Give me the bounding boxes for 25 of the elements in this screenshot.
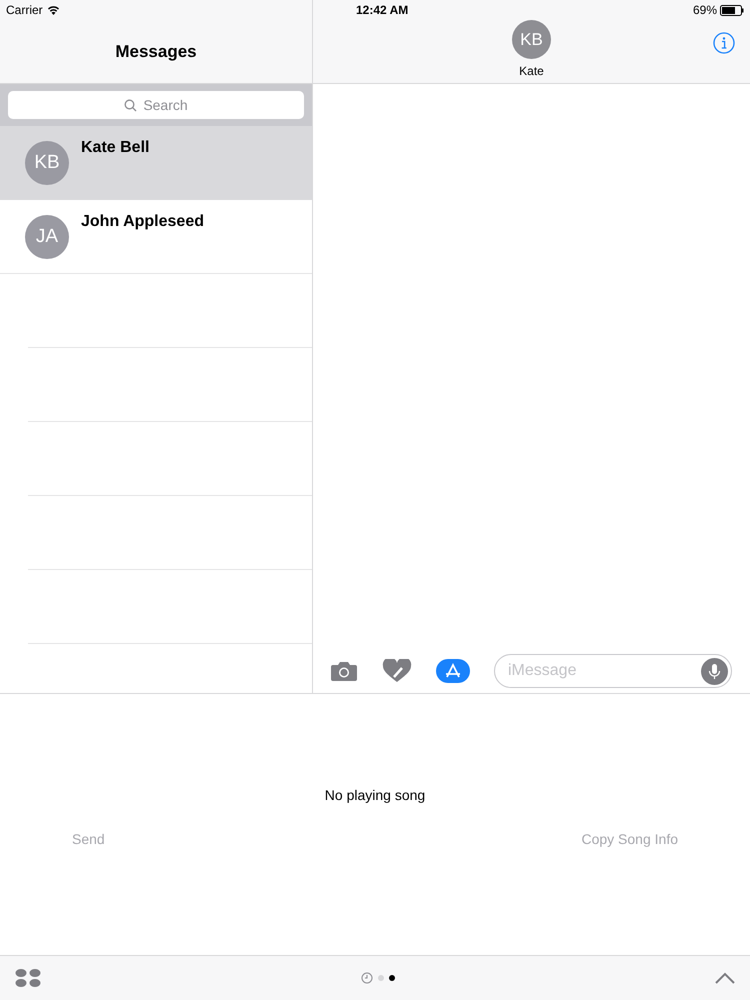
contact-name: Kate Bell: [81, 138, 150, 158]
messages-title: Messages: [115, 40, 197, 63]
message-field[interactable]: iMessage: [494, 654, 732, 688]
search-field[interactable]: Search: [8, 91, 304, 119]
info-icon[interactable]: [713, 32, 735, 54]
contact-avatar: KB: [25, 141, 69, 185]
heart-icon[interactable]: [382, 659, 412, 683]
battery-icon: [720, 4, 744, 16]
carrier-name: Carrier: [6, 2, 43, 19]
camera-icon[interactable]: [330, 660, 358, 682]
contact-name: John Appleseed: [81, 212, 204, 232]
status-time: 12:42 AM: [356, 2, 408, 19]
microphone-icon[interactable]: [701, 658, 728, 684]
search-icon: [124, 98, 138, 112]
app-drawer-icon[interactable]: [15, 968, 41, 988]
contact-avatar: JA: [25, 215, 69, 259]
app-store-icon[interactable]: [436, 659, 470, 683]
contact-avatar: KB: [512, 20, 551, 59]
battery-percent: 69%: [692, 2, 717, 19]
status-message: No playing song: [324, 786, 426, 805]
clock-icon[interactable]: [361, 972, 373, 984]
wifi-icon: [46, 5, 60, 15]
conversation-row[interactable]: KB Kate Bell: [0, 126, 312, 200]
chevron-up-icon[interactable]: [715, 972, 735, 984]
contact-name: Kate: [519, 63, 544, 80]
